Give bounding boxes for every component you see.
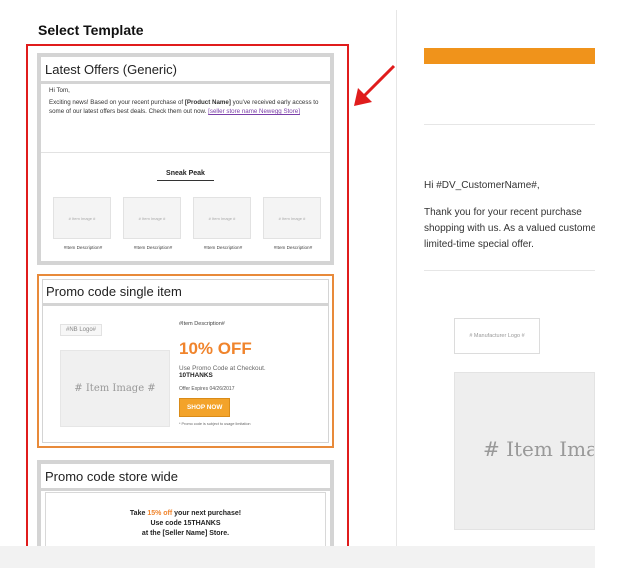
- greeting-text: Hi Tom,: [49, 87, 70, 94]
- preview-item-image: # Item Image #: [454, 372, 595, 530]
- fine-print: * Promo code is subject to usage limitat…: [179, 422, 251, 426]
- list-item: # Item Image # #Item Description#: [123, 197, 183, 250]
- item-image-placeholder: # Item Image #: [60, 350, 170, 427]
- promo-line-3: at the [Seller Name] Store.: [141, 530, 230, 537]
- list-item: # Item Image # #Item Description#: [263, 197, 323, 250]
- preview-line-3: limited-time special offer.: [424, 239, 534, 250]
- promo-panel: Take 15% off your next purchase! Use cod…: [45, 492, 326, 552]
- template-card-promo-single-item[interactable]: Promo code single item #NB Logo# # Item …: [37, 274, 334, 448]
- item-description: #Item Description#: [63, 245, 103, 250]
- item-image-placeholder: # Item Image #: [123, 197, 181, 239]
- preview-divider: [424, 124, 595, 125]
- preview-divider: [424, 270, 595, 271]
- product-name: [Product Name]: [184, 99, 231, 107]
- item-image-placeholder: # Item Image #: [53, 197, 111, 239]
- discount-percent: 15% off: [147, 510, 173, 517]
- promo-line-1-start: Take: [129, 510, 148, 517]
- promo-details: #Item Description# 10% OFF Use Promo Cod…: [179, 321, 329, 426]
- template-card-promo-store-wide[interactable]: Promo code store wide Take 15% off your …: [37, 460, 334, 552]
- item-description: #Item Description#: [179, 321, 225, 327]
- template-title: Promo code store wide: [41, 464, 330, 491]
- list-item: # Item Image # #Item Description#: [193, 197, 253, 250]
- preview-line-2: shopping with us. As a valued customer: [424, 223, 595, 234]
- item-description: #Item Description#: [203, 245, 243, 250]
- template-title: Latest Offers (Generic): [41, 57, 330, 84]
- item-description: #Item Description#: [273, 245, 313, 250]
- sneak-peek-label: Sneak Peak: [166, 170, 205, 177]
- item-grid: # Item Image # #Item Description# # Item…: [53, 197, 323, 250]
- promo-line-1: Take 15% off your next purchase!: [46, 509, 325, 519]
- page-margin: [595, 0, 624, 581]
- preview-item-image-label: # Item Image #: [483, 437, 594, 461]
- preview-message: Thank you for your recent purchase shopp…: [424, 205, 595, 253]
- item-image-placeholder: # Item Image #: [263, 197, 321, 239]
- manufacturer-logo-placeholder: # Manufacturer Logo #: [454, 318, 540, 354]
- discount-text: 10% OFF: [179, 339, 252, 358]
- preview-header-bar: [424, 48, 595, 64]
- promo-instruction: Use Promo Code at Checkout.: [179, 365, 266, 372]
- offer-expiry: Offer Expires 04/26/2017: [179, 386, 235, 392]
- body-text-start: Exciting news! Based on your recent purc…: [49, 99, 185, 107]
- list-item: # Item Image # #Item Description#: [53, 197, 113, 250]
- item-image-placeholder: # Item Image #: [193, 197, 251, 239]
- page-title: Select Template: [38, 22, 144, 38]
- pane-divider: [396, 10, 397, 550]
- preview-greeting: Hi #DV_CustomerName#,: [424, 180, 540, 191]
- promo-line-1-end: your next purchase!: [172, 510, 242, 517]
- preview-line-1: Thank you for your recent purchase: [424, 207, 582, 218]
- promo-line-2: Use code 15THANKS: [150, 520, 221, 527]
- bottom-scroll-bar[interactable]: [0, 546, 595, 568]
- promo-code: 10THANKS: [179, 372, 213, 379]
- divider: [41, 152, 330, 153]
- store-link: [seller store name Newegg Store]: [208, 107, 300, 115]
- template-card-latest-offers[interactable]: Latest Offers (Generic) Hi Tom, Exciting…: [37, 53, 334, 265]
- pointer-arrow-icon: [354, 64, 396, 106]
- brand-logo-placeholder: #NB Logo#: [60, 324, 102, 336]
- shop-now-button: SHOP NOW: [179, 398, 231, 417]
- template-body: Hi Tom, Exciting news! Based on your rec…: [49, 87, 324, 116]
- sneak-underline: [157, 180, 214, 181]
- template-title: Promo code single item: [42, 279, 329, 306]
- template-selector-page: Select Template Latest Offers (Generic) …: [0, 0, 624, 581]
- item-description: #Item Description#: [133, 245, 173, 250]
